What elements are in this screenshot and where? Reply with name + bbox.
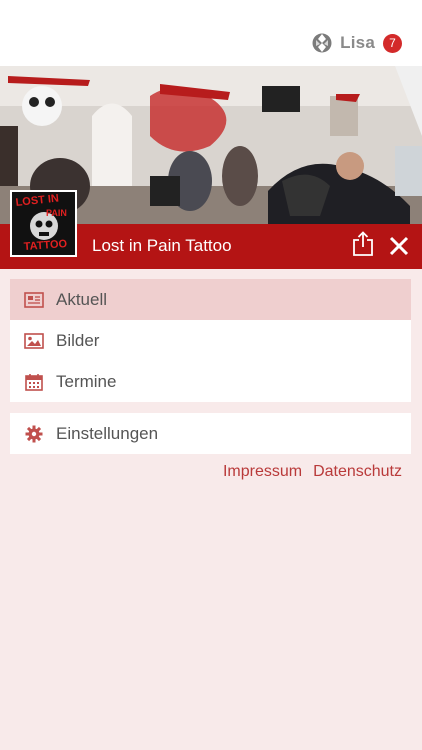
page-title: Lost in Pain Tattoo: [92, 236, 232, 255]
newspaper-icon: [24, 290, 44, 310]
main-menu: Aktuell Bilder Termine: [10, 279, 411, 402]
user-name[interactable]: Lisa: [340, 33, 375, 53]
menu-label-termine: Termine: [56, 371, 117, 391]
calendar-icon: [24, 372, 44, 392]
gear-icon: [24, 424, 44, 444]
menu-label-aktuell: Aktuell: [56, 289, 108, 309]
notification-badge[interactable]: 7: [383, 33, 402, 53]
studio-logo: LOST IN PAIN TATTOO: [10, 190, 77, 257]
close-icon: [389, 236, 409, 256]
impressum-link[interactable]: Impressum: [223, 463, 302, 481]
user-account[interactable]: Lisa 7: [312, 33, 402, 53]
menu-label-einstellungen: Einstellungen: [56, 423, 159, 443]
menu-item-aktuell[interactable]: Aktuell: [10, 279, 411, 320]
settings-menu: Einstellungen: [10, 413, 411, 454]
logo-text-line-2: PAIN: [46, 208, 67, 218]
menu-item-termine[interactable]: Termine: [10, 361, 411, 402]
user-logo-icon: [312, 33, 332, 53]
footer-links: Impressum Datenschutz: [223, 463, 402, 481]
share-icon: [353, 231, 373, 256]
menu-item-einstellungen[interactable]: Einstellungen: [10, 413, 411, 454]
menu-label-bilder: Bilder: [56, 330, 100, 350]
datenschutz-link[interactable]: Datenschutz: [313, 463, 402, 481]
menu-item-bilder[interactable]: Bilder: [10, 320, 411, 361]
share-button[interactable]: [352, 231, 374, 257]
close-button[interactable]: [389, 236, 409, 256]
image-icon: [24, 331, 44, 351]
top-bar: Lisa 7: [0, 0, 422, 66]
